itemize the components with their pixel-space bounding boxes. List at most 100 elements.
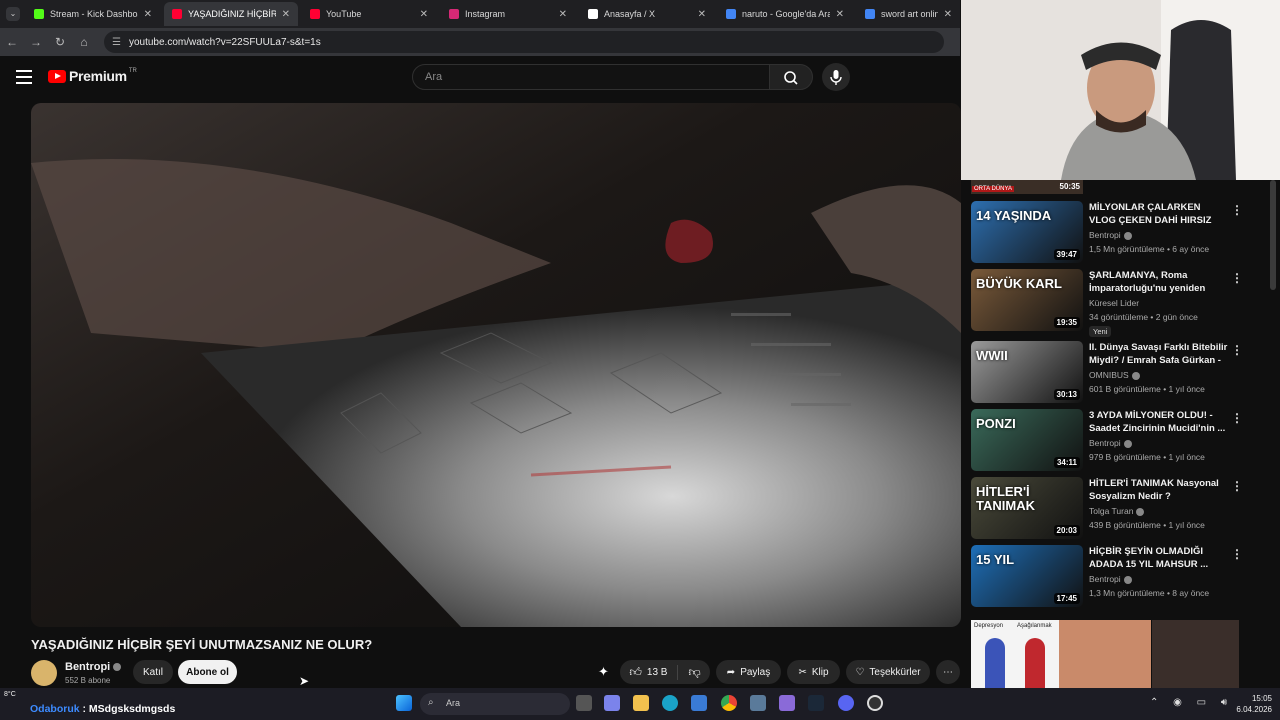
thumbnail-overlay-text: BÜYÜK KARL bbox=[976, 276, 1062, 291]
thumbs-down-icon: 👎︎ bbox=[688, 664, 701, 679]
recommended-video[interactable]: 14 YAŞINDA 39:47 MİLYONLAR ÇALARKEN VLOG Ç… bbox=[971, 201, 1261, 265]
join-button[interactable]: Katıl bbox=[133, 660, 173, 684]
subscribe-button[interactable]: Abone ol bbox=[178, 660, 237, 684]
more-vert-icon[interactable]: ⋮ bbox=[1231, 343, 1243, 357]
back-icon[interactable]: ← bbox=[0, 35, 24, 49]
strip-thumb-3 bbox=[1152, 620, 1239, 688]
video-thumbnail[interactable]: HİTLER'İ TANIMAK 20:03 bbox=[971, 477, 1083, 539]
tab-close-icon[interactable]: ✕ bbox=[420, 9, 428, 20]
tab-list-dropdown-icon[interactable]: ⌄ bbox=[6, 7, 20, 21]
prev-item-duration: 50:35 bbox=[1059, 182, 1080, 191]
more-vert-icon[interactable]: ⋮ bbox=[1231, 271, 1243, 285]
video-thumbnail[interactable]: WWII 30:13 bbox=[971, 341, 1083, 403]
recommended-channel-name: Tolga Turan bbox=[1089, 506, 1134, 516]
recommended-video[interactable]: BÜYÜK KARL 19:35 ŞARLAMANYA, Roma İmparato… bbox=[971, 269, 1261, 337]
tab-title: Anasayfa / X bbox=[604, 9, 656, 19]
taskbar-search[interactable]: ⌕ Ara bbox=[420, 693, 570, 715]
more-actions-button[interactable]: ⋯ bbox=[936, 660, 960, 684]
thanks-button[interactable]: ♡ Teşekkürler bbox=[846, 660, 930, 684]
task-view-icon[interactable] bbox=[576, 695, 592, 711]
discord-icon[interactable] bbox=[838, 695, 854, 711]
thumbs-up-icon: 👍︎ bbox=[629, 664, 642, 679]
video-thumbnail[interactable]: PONZI 34:11 bbox=[971, 409, 1083, 471]
bottom-thumbnail-strip[interactable]: Depresyon Aşağılanmak bbox=[971, 620, 1239, 688]
share-label: Paylaş bbox=[740, 666, 771, 678]
recommended-video[interactable]: 15 YIL 17:45 HİÇBİR ŞEYİN OLMADIĞI ADADA 1… bbox=[971, 545, 1261, 609]
recommended-video[interactable]: WWII 30:13 II. Dünya Savaşı Farklı Bitebil… bbox=[971, 341, 1261, 405]
more-vert-icon[interactable]: ⋮ bbox=[1231, 411, 1243, 425]
browser-tab[interactable]: sword art online - Goo ✕ bbox=[857, 2, 960, 26]
recommended-channel: Bentropi bbox=[1089, 574, 1132, 584]
figure-red bbox=[1025, 638, 1045, 688]
tab-close-icon[interactable]: ✕ bbox=[144, 9, 152, 20]
search-input[interactable]: Ara bbox=[412, 64, 770, 90]
obs-icon[interactable] bbox=[867, 695, 883, 711]
more-vert-icon[interactable]: ⋮ bbox=[1231, 479, 1243, 493]
tab-close-icon[interactable]: ✕ bbox=[282, 9, 290, 20]
clip-button[interactable]: ✂ Klip bbox=[787, 660, 840, 684]
recommended-title: MİLYONLAR ÇALARKEN VLOG ÇEKEN DAHİ HIRSI… bbox=[1089, 202, 1212, 226]
more-vert-icon[interactable]: ⋮ bbox=[1231, 203, 1243, 217]
chat-ticker: Odaboruk : MSdgsksdmgsds bbox=[30, 703, 175, 715]
search-button[interactable] bbox=[769, 64, 813, 90]
recommended-title: 3 AYDA MİLYONER OLDU! - Saadet Zincirini… bbox=[1089, 410, 1226, 434]
new-badge: Yeni bbox=[1089, 326, 1112, 337]
edge-icon[interactable] bbox=[662, 695, 678, 711]
video-player[interactable] bbox=[31, 103, 961, 627]
sidebar-scrollbar[interactable] bbox=[1270, 180, 1276, 290]
url-field[interactable]: ☰ youtube.com/watch?v=22SFUULa7-s&t=1s bbox=[104, 31, 944, 53]
dislike-button[interactable]: 👎︎ bbox=[678, 665, 700, 680]
video-duration: 34:11 bbox=[1053, 457, 1080, 468]
clock[interactable]: 15:05 6.04.2026 bbox=[1222, 693, 1272, 715]
search-icon bbox=[784, 71, 798, 85]
tab-close-icon[interactable]: ✕ bbox=[559, 9, 567, 20]
recommended-video[interactable]: PONZI 34:11 3 AYDA MİLYONER OLDU! - Saadet… bbox=[971, 409, 1261, 473]
video-thumbnail[interactable]: 14 YAŞINDA 39:47 bbox=[971, 201, 1083, 263]
verified-icon bbox=[1123, 439, 1132, 448]
browser-tab[interactable]: Anasayfa / X ✕ bbox=[580, 2, 714, 26]
reload-icon[interactable]: ↻ bbox=[48, 35, 72, 49]
previous-item-thumb[interactable]: ORTA DÜNYA 50:35 bbox=[971, 180, 1083, 194]
more-vert-icon[interactable]: ⋮ bbox=[1231, 547, 1243, 561]
sparkle-icon[interactable]: ✦ bbox=[598, 664, 609, 680]
recommended-channel-name: Küresel Lider bbox=[1089, 298, 1140, 308]
channel-avatar[interactable] bbox=[31, 660, 57, 686]
windows-start-icon[interactable] bbox=[396, 695, 412, 711]
youtube-logo[interactable]: Premium TR bbox=[48, 68, 137, 84]
teams-icon[interactable] bbox=[604, 695, 620, 711]
weather-widget[interactable]: 8°C bbox=[4, 691, 30, 698]
recommended-meta: 601 B görüntüleme • 1 yıl önce bbox=[1089, 384, 1205, 394]
recommended-channel: Bentropi bbox=[1089, 438, 1132, 448]
recommended-video[interactable]: HİTLER'İ TANIMAK 20:03 HİTLER'İ TANIMAK Na… bbox=[971, 477, 1261, 541]
tab-close-icon[interactable]: ✕ bbox=[698, 9, 706, 20]
like-button[interactable]: 👍︎ 13 B bbox=[629, 664, 679, 680]
browser-tab[interactable]: naruto - Google'da Ara ✕ bbox=[718, 2, 852, 26]
forward-icon[interactable]: → bbox=[24, 35, 48, 49]
share-button[interactable]: ➦ Paylaş bbox=[716, 660, 781, 684]
strip-label-2: Aşağılanmak bbox=[1017, 623, 1052, 629]
browser-tab[interactable]: Instagram ✕ bbox=[441, 2, 575, 26]
store-icon[interactable] bbox=[691, 695, 707, 711]
steam-icon[interactable] bbox=[808, 695, 824, 711]
share-icon: ➦ bbox=[726, 666, 736, 678]
home-icon[interactable]: ⌂ bbox=[72, 35, 96, 49]
browser-tab[interactable]: YouTube ✕ bbox=[302, 2, 436, 26]
tab-close-icon[interactable]: ✕ bbox=[944, 9, 952, 20]
thanks-label: Teşekkürler bbox=[869, 666, 921, 678]
site-info-icon[interactable]: ☰ bbox=[112, 37, 121, 48]
video-thumbnail[interactable]: 15 YIL 17:45 bbox=[971, 545, 1083, 607]
recommended-meta: 34 görüntüleme • 2 gün önce bbox=[1089, 312, 1198, 322]
app-icon-2[interactable] bbox=[779, 695, 795, 711]
recommended-meta: 1,3 Mn görüntüleme • 8 ay önce bbox=[1089, 588, 1210, 598]
system-tray[interactable]: ⌃ ◉ ▭ 🔊︎ bbox=[1150, 697, 1233, 708]
app-icon-1[interactable] bbox=[750, 695, 766, 711]
browser-tab[interactable]: Stream - Kick Dashboard ✕ bbox=[26, 2, 160, 26]
voice-search-button[interactable] bbox=[822, 63, 850, 91]
chrome-icon[interactable] bbox=[721, 695, 737, 711]
channel-name[interactable]: Bentropi bbox=[65, 661, 122, 673]
video-thumbnail[interactable]: BÜYÜK KARL 19:35 bbox=[971, 269, 1083, 331]
browser-tab[interactable]: YAŞADIĞINIZ HİÇBİR ✕ bbox=[164, 2, 298, 26]
file-explorer-icon[interactable] bbox=[633, 695, 649, 711]
tab-close-icon[interactable]: ✕ bbox=[836, 9, 844, 20]
menu-icon[interactable] bbox=[16, 70, 32, 84]
